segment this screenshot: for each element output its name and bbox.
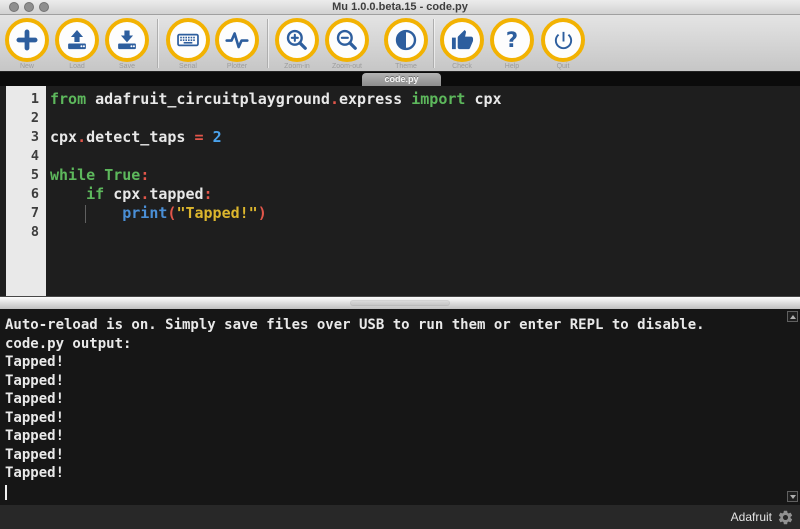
line-number: 4 — [6, 147, 46, 166]
code-line[interactable] — [46, 223, 798, 242]
code-editor-pane[interactable]: 12345678 from adafruit_circuitplayground… — [0, 86, 800, 296]
tab-strip: code.py — [0, 72, 800, 86]
output-line: Auto-reload is on. Simply save files ove… — [5, 316, 784, 335]
zoom-out-button[interactable] — [325, 18, 369, 62]
indent-guide — [85, 205, 86, 223]
line-number: 6 — [6, 185, 46, 204]
close-button[interactable] — [9, 2, 19, 12]
load-button[interactable] — [55, 18, 99, 62]
serial-button-label: Serial — [158, 63, 218, 70]
title-bar: Mu 1.0.0.beta.15 - code.py — [0, 0, 800, 15]
minimize-button[interactable] — [24, 2, 34, 12]
output-line: Tapped! — [5, 390, 784, 409]
output-line: Tapped! — [5, 446, 784, 465]
save-button-label: Save — [97, 63, 157, 70]
output-line: Tapped! — [5, 372, 784, 391]
scroll-up-button[interactable] — [787, 311, 798, 322]
line-number: 1 — [6, 90, 46, 109]
toolbar-separator — [157, 19, 158, 68]
mu-editor-window: Mu 1.0.0.beta.15 - code.py New Load Save — [0, 0, 800, 529]
quit-button[interactable] — [541, 18, 585, 62]
keyboard-icon — [175, 27, 201, 53]
line-number: 7 — [6, 204, 46, 223]
zoom-out-icon — [334, 27, 360, 53]
save-button[interactable] — [105, 18, 149, 62]
contrast-icon — [393, 27, 419, 53]
code-line[interactable] — [46, 147, 798, 166]
theme-button[interactable] — [384, 18, 428, 62]
output-scrollbar[interactable] — [786, 309, 800, 505]
arrow-down-icon — [790, 495, 796, 499]
splitter-handle[interactable] — [350, 300, 450, 306]
output-line: code.py output: — [5, 335, 784, 354]
code-line[interactable]: if cpx.tapped: — [46, 185, 798, 204]
code-line[interactable]: while True: — [46, 166, 798, 185]
line-number: 3 — [6, 128, 46, 147]
toolbar: New Load Save — [0, 15, 800, 72]
serial-output-pane[interactable]: Auto-reload is on. Simply save files ove… — [0, 309, 800, 505]
zoom-in-button[interactable] — [275, 18, 319, 62]
pane-splitter[interactable] — [0, 296, 800, 309]
plus-icon — [14, 27, 40, 53]
line-number-gutter: 12345678 — [6, 86, 46, 296]
window-title: Mu 1.0.0.beta.15 - code.py — [60, 1, 740, 13]
scroll-down-button[interactable] — [787, 491, 798, 502]
new-button-label: New — [0, 63, 57, 70]
toolbar-separator — [433, 19, 434, 68]
code-line[interactable]: from adafruit_circuitplayground.express … — [46, 90, 798, 109]
output-lines: Auto-reload is on. Simply save files ove… — [5, 316, 784, 500]
mode-label: Adafruit — [731, 510, 772, 524]
load-button-label: Load — [47, 63, 107, 70]
theme-button-label: Theme — [376, 63, 436, 70]
zoom-in-button-label: Zoom-in — [267, 63, 327, 70]
question-icon: ? — [506, 30, 518, 51]
serial-button[interactable] — [166, 18, 210, 62]
help-button[interactable]: ? — [490, 18, 534, 62]
code-lines: from adafruit_circuitplayground.express … — [46, 90, 798, 242]
power-icon — [552, 29, 575, 52]
gear-icon[interactable] — [777, 509, 794, 526]
new-button[interactable] — [5, 18, 49, 62]
status-bar: Adafruit — [0, 505, 800, 529]
quit-button-label: Quit — [533, 63, 593, 70]
toolbar-separator — [267, 19, 268, 68]
check-button-label: Check — [432, 63, 492, 70]
plotter-button[interactable] — [215, 18, 259, 62]
zoom-button[interactable] — [39, 2, 49, 12]
download-icon — [114, 27, 140, 53]
line-number: 5 — [6, 166, 46, 185]
help-button-label: Help — [482, 63, 542, 70]
pulse-icon — [224, 27, 250, 53]
output-line: Tapped! — [5, 427, 784, 446]
output-line: Tapped! — [5, 353, 784, 372]
text-cursor — [5, 485, 7, 500]
thumbs-up-icon — [451, 29, 474, 52]
tab-code-py[interactable]: code.py — [362, 73, 441, 86]
output-line: Tapped! — [5, 409, 784, 428]
code-line[interactable]: cpx.detect_taps = 2 — [46, 128, 798, 147]
check-button[interactable] — [440, 18, 484, 62]
line-number: 2 — [6, 109, 46, 128]
output-line: Tapped! — [5, 464, 784, 483]
arrow-up-icon — [790, 315, 796, 319]
line-number: 8 — [6, 223, 46, 242]
code-line[interactable]: print("Tapped!") — [46, 204, 798, 223]
zoom-out-button-label: Zoom-out — [317, 63, 377, 70]
code-line[interactable] — [46, 109, 798, 128]
plotter-button-label: Plotter — [207, 63, 267, 70]
zoom-in-icon — [284, 27, 310, 53]
upload-icon — [64, 27, 90, 53]
